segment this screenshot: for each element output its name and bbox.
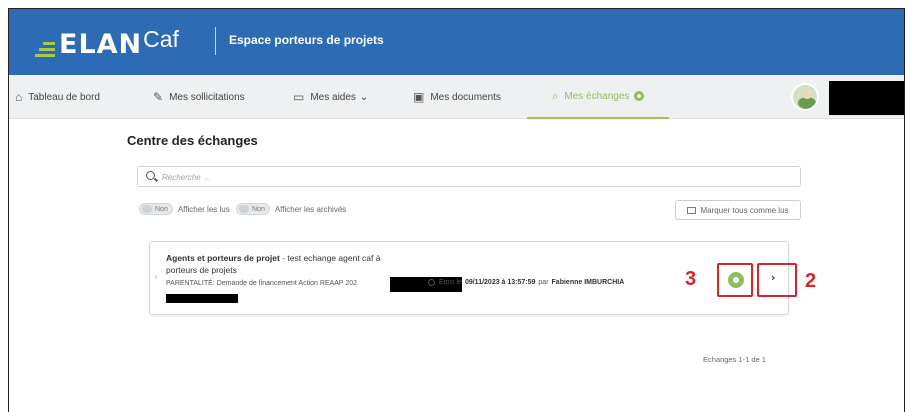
nav-label: Mes aides	[310, 91, 356, 103]
elan-caf-logo[interactable]: ELAN Caf	[35, 25, 179, 59]
logo-caf-text: Caf	[143, 26, 179, 52]
logo-stripes-icon	[35, 39, 57, 59]
clock-icon	[428, 279, 435, 286]
notification-badge-icon	[634, 91, 645, 101]
filter-archived-toggle[interactable]: Non Afficher les archivés	[236, 202, 346, 216]
pagination-info: Echanges 1-1 de 1	[703, 355, 766, 364]
toggle-switch[interactable]: Non	[236, 203, 270, 215]
exchange-title: Agents et porteurs de projet - test echa…	[166, 252, 406, 276]
nav-item-mes-documents[interactable]: ▣ Mes documents	[413, 75, 501, 119]
user-avatar[interactable]	[791, 83, 819, 111]
main-nav: ⌂ Tableau de bord ✎ Mes sollicitations ▭…	[9, 75, 904, 119]
search-icon	[146, 171, 155, 180]
exchange-meta: Emis le 09/11/2023 à 13:57:59 par Fabien…	[428, 279, 627, 286]
logo-elan-text: ELAN	[59, 29, 143, 60]
mark-all-read-button[interactable]: Marquer tous comme lus	[675, 200, 801, 220]
home-icon: ⌂	[15, 90, 23, 104]
app-window: ELAN Caf Espace porteurs de projets ⌂ Ta…	[8, 8, 905, 412]
nav-item-mes-echanges[interactable]: ⌕ Mes échanges	[527, 75, 669, 119]
toggle-label: Afficher les lus	[177, 204, 230, 214]
mark-all-label: Marquer tous comme lus	[700, 205, 789, 215]
toggle-state: Non	[252, 205, 265, 213]
highlight-box-2	[757, 263, 797, 297]
nav-label: Tableau de bord	[28, 91, 100, 103]
redacted-username	[829, 81, 904, 115]
nav-label: Mes échanges	[564, 90, 630, 102]
page-title: Centre des échanges	[127, 133, 258, 148]
chevron-left-icon: ‹	[154, 272, 158, 283]
mark-read-icon[interactable]	[728, 272, 744, 288]
filter-read-toggle[interactable]: Non Afficher les lus	[139, 202, 230, 216]
meta-prefix: Emis le	[439, 279, 462, 286]
toggle-label: Afficher les archivés	[274, 204, 347, 214]
meta-by: par	[538, 279, 549, 286]
search-input[interactable]	[162, 170, 782, 184]
pencil-icon: ✎	[153, 90, 164, 104]
search-box	[137, 166, 801, 187]
exchange-subtitle: PARENTALITÉ: Demande de financement Acti…	[166, 280, 358, 287]
chat-icon: ⌕	[551, 88, 559, 103]
portal-title: Espace porteurs de projets	[229, 33, 384, 47]
redacted-block	[166, 294, 238, 303]
toggle-knob	[239, 205, 249, 213]
open-exchange-chevron-icon[interactable]: ›	[771, 271, 776, 284]
header-bar: ELAN Caf Espace porteurs de projets	[9, 9, 904, 75]
exchange-title-bold: Agents et porteurs de projet	[166, 253, 280, 263]
envelope-icon	[687, 206, 697, 214]
nav-label: Mes sollicitations	[169, 91, 245, 103]
nav-item-tableau-de-bord[interactable]: ⌂ Tableau de bord	[15, 75, 100, 119]
annotation-number-2: 2	[805, 270, 817, 292]
exchange-author: Fabienne IMBURCHIA	[551, 279, 625, 286]
annotation-number-3: 3	[685, 268, 697, 290]
chevron-down-icon: ⌄	[359, 91, 369, 103]
toggle-state: Non	[155, 205, 168, 213]
document-icon: ▣	[413, 90, 425, 104]
nav-item-mes-sollicitations[interactable]: ✎ Mes sollicitations	[153, 75, 245, 119]
nav-item-mes-aides[interactable]: ▭ Mes aides ⌄	[293, 75, 368, 119]
exchange-date: 09/11/2023 à 13:57:59	[464, 279, 536, 286]
nav-label: Mes documents	[430, 91, 501, 103]
toggle-knob	[142, 205, 152, 213]
folder-icon: ▭	[293, 90, 305, 104]
header-divider	[215, 27, 216, 55]
toggle-switch[interactable]: Non	[139, 203, 173, 215]
